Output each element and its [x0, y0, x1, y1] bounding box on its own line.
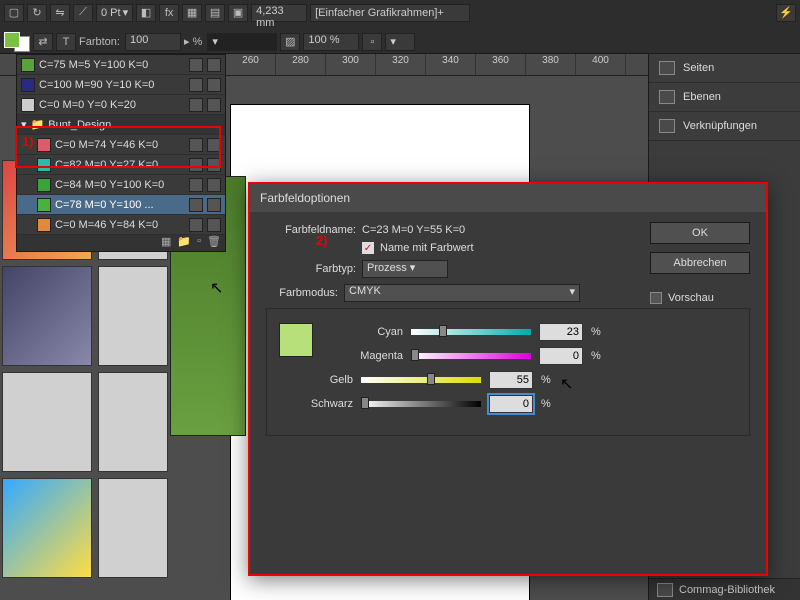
checkbox-label: Name mit Farbwert [380, 242, 474, 254]
list-item[interactable] [2, 266, 92, 366]
control-bar: ▢ ↻ ⇋ ⟋ 0 Pt ▾ ◧ fx ▦ ▤ ▣ 4,233 mm [Einf… [0, 0, 800, 54]
magenta-slider[interactable] [411, 353, 531, 359]
swatch-item[interactable]: C=0 M=46 Y=84 K=0 [17, 215, 225, 235]
slider-label: Gelb [279, 374, 353, 386]
preview-checkbox[interactable] [650, 292, 662, 304]
gradient-dropdown[interactable]: ▾ [207, 33, 277, 51]
trash-icon[interactable]: 🗑 [207, 235, 221, 251]
new-folder-icon[interactable]: 📁 [177, 235, 191, 251]
slider-label: Magenta [329, 350, 403, 362]
name-value: C=23 M=0 Y=55 K=0 [362, 224, 465, 236]
flip-icon[interactable]: ⇋ [50, 4, 70, 22]
swap-icon[interactable]: ⇄ [33, 33, 53, 51]
swatch-item[interactable]: C=100 M=90 Y=10 K=0 [17, 75, 225, 95]
slider-label: Schwarz [279, 398, 353, 410]
panel-tab-pages[interactable]: Seiten [649, 54, 800, 83]
fx-icon[interactable]: fx [159, 4, 179, 22]
name-label: Farbfeldname: [266, 224, 356, 236]
name-with-value-checkbox[interactable]: ✓ [362, 242, 374, 254]
cursor-icon: ↖ [560, 374, 573, 394]
mm-field[interactable]: 4,233 mm [251, 4, 307, 22]
layers-icon [659, 90, 675, 104]
annotation-1: 1) [22, 134, 34, 149]
list-item[interactable] [2, 372, 92, 472]
panel-tab-layers[interactable]: Ebenen [649, 83, 800, 112]
color-mode-dropdown[interactable]: CMYK ▾ [344, 284, 580, 302]
swatch-item[interactable]: C=82 M=0 Y=27 K=0 [17, 155, 225, 175]
swatch-item[interactable]: C=0 M=0 Y=0 K=20 [17, 95, 225, 115]
effects-icon[interactable]: ▫ [362, 33, 382, 51]
cyan-value[interactable] [539, 323, 583, 341]
grid-icon[interactable]: ▦ [161, 235, 171, 251]
mode-label: Farbmodus: [266, 287, 338, 299]
ok-button[interactable]: OK [650, 222, 750, 244]
object-style-dropdown[interactable]: [Einfacher Grafikrahmen]+ [310, 4, 470, 22]
pages-icon [659, 61, 675, 75]
schwarz-value[interactable] [489, 395, 533, 413]
tint-label: Farbton: [79, 36, 120, 48]
cyan-slider[interactable] [411, 329, 531, 335]
gelb-value[interactable] [489, 371, 533, 389]
swatch-item[interactable]: C=75 M=5 Y=100 K=0 [17, 55, 225, 75]
fit-icon[interactable]: ▣ [228, 4, 248, 22]
folder-icon: 📁 [31, 118, 45, 131]
swatch-item[interactable]: C=0 M=74 Y=46 K=0 [17, 135, 225, 155]
fill-stroke-chip[interactable] [4, 32, 30, 52]
opacity-icon[interactable]: ▨ [280, 33, 300, 51]
cancel-button[interactable]: Abbrechen [650, 252, 750, 274]
slider-label: Cyan [329, 326, 403, 338]
gelb-slider[interactable] [361, 377, 481, 383]
swatch-folder[interactable]: ▾📁Bunt_Design [17, 115, 225, 135]
panel-tab-links[interactable]: Verknüpfungen [649, 112, 800, 141]
dialog-title: Farbfeldoptionen [250, 184, 766, 212]
color-preview [279, 323, 313, 357]
stroke-weight[interactable]: 0 Pt ▾ [96, 4, 133, 22]
misc-dropdown[interactable]: ▾ [385, 33, 415, 51]
list-item[interactable] [98, 478, 168, 578]
rotate-icon[interactable]: ↻ [27, 4, 47, 22]
magenta-value[interactable] [539, 347, 583, 365]
text-fill-icon[interactable]: T [56, 33, 76, 51]
list-item[interactable] [98, 266, 168, 366]
annotation-2: 2) [316, 233, 328, 248]
color-type-dropdown[interactable]: Prozess ▾ [362, 260, 448, 278]
swatches-panel: C=75 M=5 Y=100 K=0 C=100 M=90 Y=10 K=0 C… [16, 54, 226, 252]
cursor-icon: ↖ [210, 278, 223, 298]
tint-field[interactable]: 100 [125, 33, 181, 51]
links-icon [659, 119, 675, 133]
library-icon [657, 583, 673, 597]
type-label: Farbtyp: [266, 263, 356, 275]
percent-field[interactable]: 100 % [303, 33, 359, 51]
chevron-down-icon: ▾ [21, 118, 27, 131]
new-swatch-icon[interactable]: ▫ [197, 235, 201, 251]
wrap-icon[interactable]: ▦ [182, 4, 202, 22]
panel-footer: ▦ 📁 ▫ 🗑 [17, 235, 225, 251]
list-item[interactable] [2, 478, 92, 578]
corner-icon[interactable]: ◧ [136, 4, 156, 22]
list-item[interactable] [98, 372, 168, 472]
cmyk-box: Cyan %Magenta %Gelb %Schwarz % [266, 308, 750, 436]
align-icon[interactable]: ▤ [205, 4, 225, 22]
selection-icon[interactable]: ▢ [4, 4, 24, 22]
schwarz-slider[interactable] [361, 401, 481, 407]
panel-library[interactable]: Commag-Bibliothek [649, 578, 800, 600]
swatch-item-selected[interactable]: C=78 M=0 Y=100 ... [17, 195, 225, 215]
shear-icon[interactable]: ⟋ [73, 4, 93, 22]
swatch-item[interactable]: C=84 M=0 Y=100 K=0 [17, 175, 225, 195]
preview-label: Vorschau [668, 292, 714, 304]
bolt-icon[interactable]: ⚡ [776, 4, 796, 22]
